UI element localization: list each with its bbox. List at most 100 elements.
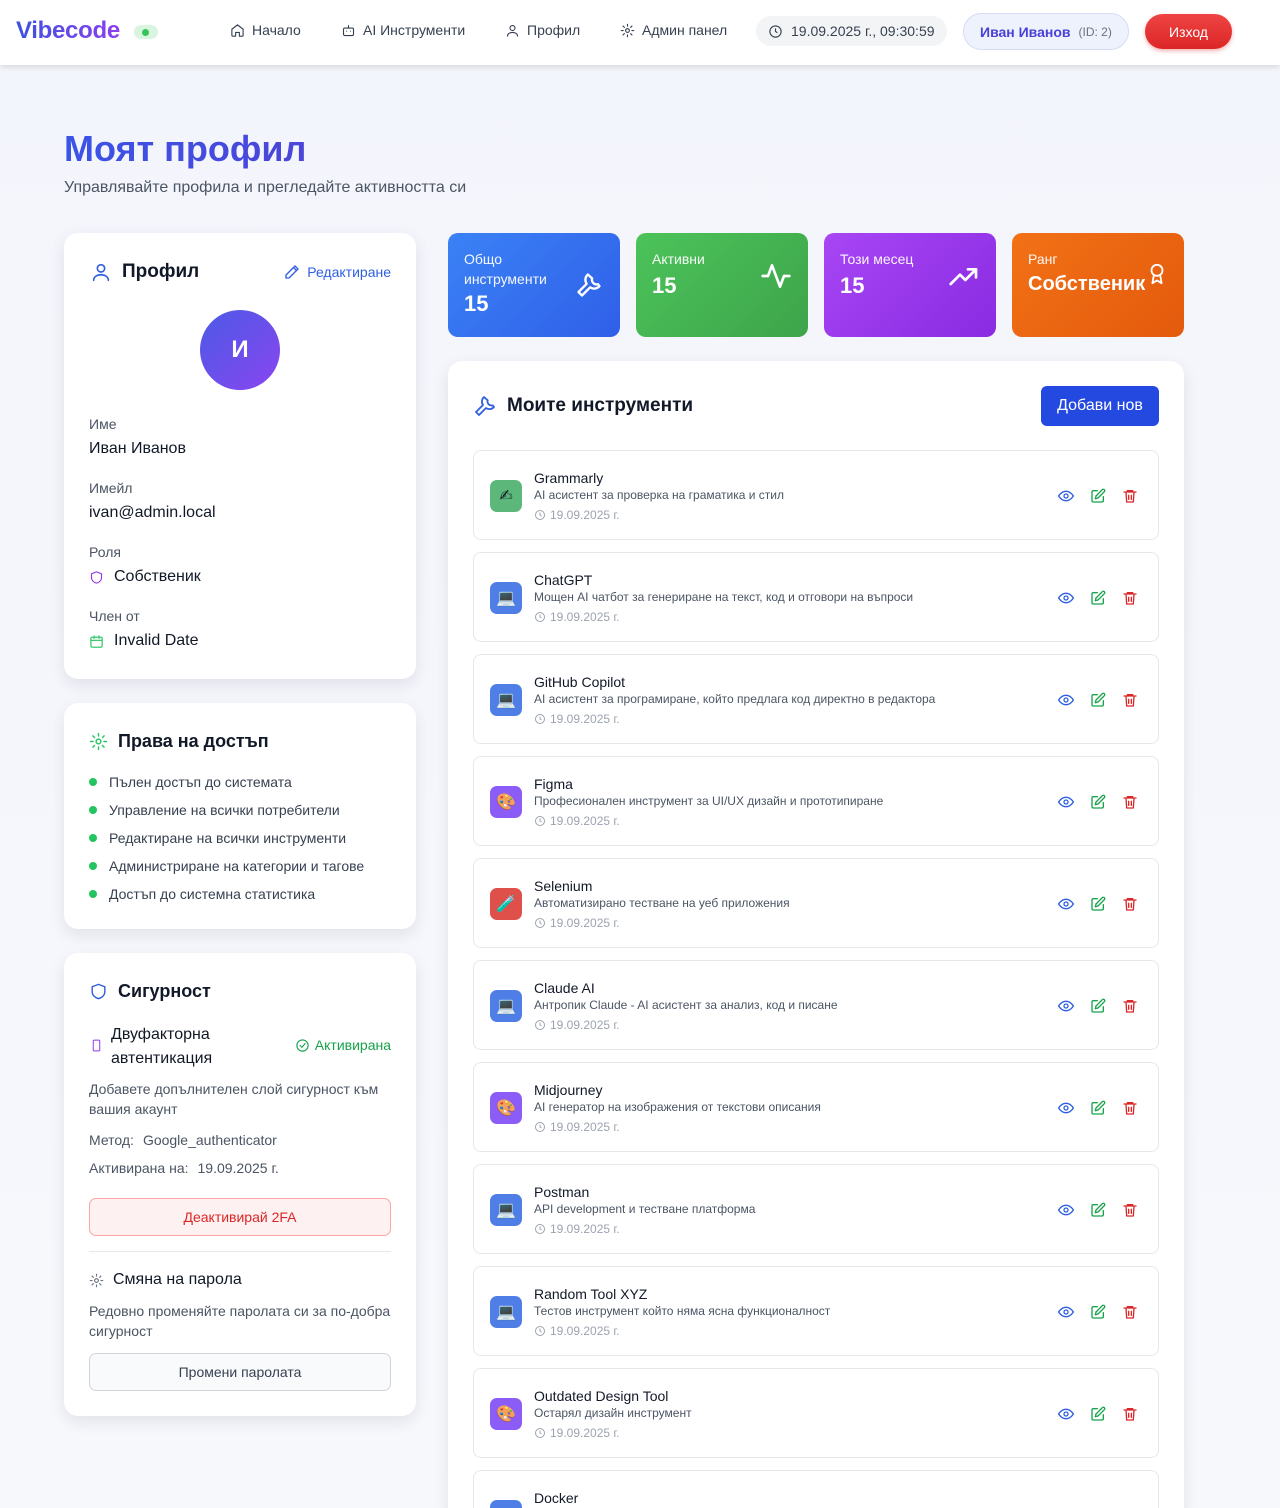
edit-profile-link[interactable]: Редактиране xyxy=(283,263,391,281)
permission-item: Редактиране на всички инструменти xyxy=(89,824,364,852)
nav-home-label: Начало xyxy=(252,22,301,38)
clock-icon xyxy=(535,1428,545,1438)
divider xyxy=(89,1251,391,1252)
permission-item: Достъп до системна статистика xyxy=(89,880,364,908)
trash-icon[interactable] xyxy=(1122,1100,1138,1116)
deactivate-2fa-button[interactable]: Деактивирай 2FA xyxy=(89,1198,391,1236)
tool-row[interactable]: 🎨 Outdated Design Tool Остарял дизайн инст… xyxy=(473,1368,1159,1458)
trash-icon[interactable] xyxy=(1122,488,1138,504)
tool-row[interactable]: 🎨 Figma Професионален инструмент за UI/UX … xyxy=(473,756,1159,846)
tool-description: Професионален инструмент за UI/UX дизайн… xyxy=(534,794,884,808)
member-since-text: Invalid Date xyxy=(114,632,199,649)
twofa-method: Метод: Google_authenticator xyxy=(89,1132,277,1148)
tool-description: AI генератор на изображения от текстови … xyxy=(534,1100,821,1114)
add-tool-button[interactable]: Добави нов xyxy=(1041,386,1159,426)
tool-description: Тестов инструмент който няма ясна функци… xyxy=(534,1304,831,1318)
profile-card-title: Профил xyxy=(90,261,199,283)
tool-description: Автоматизирано тестване на уеб приложени… xyxy=(534,896,790,910)
trash-icon[interactable] xyxy=(1122,896,1138,912)
edit-icon[interactable] xyxy=(1090,1304,1106,1320)
online-status-toggle[interactable] xyxy=(134,25,158,39)
user-icon xyxy=(506,24,519,37)
member-since-label: Член от xyxy=(89,608,140,624)
eye-icon[interactable] xyxy=(1058,1202,1074,1218)
eye-icon[interactable] xyxy=(1058,1304,1074,1320)
eye-icon[interactable] xyxy=(1058,794,1074,810)
eye-icon[interactable] xyxy=(1058,1406,1074,1422)
trash-icon[interactable] xyxy=(1122,794,1138,810)
edit-icon[interactable] xyxy=(1090,794,1106,810)
trash-icon[interactable] xyxy=(1122,590,1138,606)
clock-icon xyxy=(535,1020,545,1030)
robot-icon xyxy=(342,24,355,36)
edit-icon[interactable] xyxy=(1090,692,1106,708)
tool-date: 19.09.2025 г. xyxy=(534,508,620,522)
twofa-description: Добавете допълнителен слой сигурност към… xyxy=(89,1081,379,1117)
nav-ai-tools[interactable]: AI Инструменти xyxy=(341,22,465,38)
tool-row[interactable]: ✍ Grammarly AI асистент за проверка на гра… xyxy=(473,450,1159,540)
nav-home[interactable]: Начало xyxy=(230,22,301,38)
security-title-text: Сигурност xyxy=(118,981,211,1001)
tool-name: Random Tool XYZ xyxy=(534,1286,648,1302)
password-description: Редовно променяйте паролата си за по-доб… xyxy=(89,1303,391,1339)
brand-logo[interactable]: Vibecode xyxy=(16,17,120,45)
role-label: Роля xyxy=(89,544,121,560)
clock-icon xyxy=(535,714,545,724)
tool-row[interactable]: 💻 ChatGPT Мощен AI чатбот за генериране на… xyxy=(473,552,1159,642)
tools-card: Моите инструменти Добави нов ✍ Grammarly A… xyxy=(448,361,1184,1508)
trash-icon[interactable] xyxy=(1122,1202,1138,1218)
tool-date: 19.09.2025 г. xyxy=(534,1324,620,1338)
tool-row[interactable]: 💻 GitHub Copilot AI асистент за програмира… xyxy=(473,654,1159,744)
permission-item: Администриране на категории и тагове xyxy=(89,852,364,880)
tool-row[interactable]: 🎨 Midjourney AI генератор на изображения о… xyxy=(473,1062,1159,1152)
tool-row[interactable]: 💻 Postman API development и тестване платф… xyxy=(473,1164,1159,1254)
calendar-icon xyxy=(90,634,103,648)
edit-icon[interactable] xyxy=(1090,590,1106,606)
eye-icon[interactable] xyxy=(1058,896,1074,912)
wrench-icon xyxy=(475,396,495,416)
phone-icon xyxy=(92,1039,101,1052)
member-since-value: Invalid Date xyxy=(89,632,199,650)
tool-name: ChatGPT xyxy=(534,572,593,588)
twofa-status-text: Активирана xyxy=(314,1037,391,1053)
eye-icon[interactable] xyxy=(1058,488,1074,504)
eye-icon[interactable] xyxy=(1058,1100,1074,1116)
tool-date: 19.09.2025 г. xyxy=(534,712,620,726)
eye-icon[interactable] xyxy=(1058,998,1074,1014)
tool-row[interactable]: ⚙ Docker xyxy=(473,1470,1159,1508)
clock-icon xyxy=(535,1122,545,1132)
edit-icon[interactable] xyxy=(1090,1100,1106,1116)
edit-icon[interactable] xyxy=(1090,488,1106,504)
nav-admin-panel[interactable]: Админ панел xyxy=(620,22,727,38)
eye-icon[interactable] xyxy=(1058,692,1074,708)
nav-profile-label: Профил xyxy=(527,22,581,38)
nav-profile[interactable]: Профил xyxy=(505,22,580,38)
edit-icon[interactable] xyxy=(1090,1406,1106,1422)
stat-card-rank: Ранг Собственик xyxy=(1012,233,1184,337)
email-label: Имейл xyxy=(89,480,133,496)
avatar: И xyxy=(200,310,280,390)
logout-button[interactable]: Изход xyxy=(1145,14,1232,49)
user-badge[interactable]: Иван Иванов (ID: 2) xyxy=(963,13,1129,50)
name-label: Име xyxy=(89,416,117,432)
trash-icon[interactable] xyxy=(1122,998,1138,1014)
permissions-title: Права на достъп xyxy=(89,731,269,752)
edit-icon[interactable] xyxy=(1090,896,1106,912)
tool-row[interactable]: 💻 Random Tool XYZ Тестов инструмент който … xyxy=(473,1266,1159,1356)
change-password-button[interactable]: Промени паролата xyxy=(89,1353,391,1391)
trash-icon[interactable] xyxy=(1122,1304,1138,1320)
clock-icon xyxy=(769,24,782,38)
tool-icon: 🎨 xyxy=(490,1398,522,1430)
tool-icon: ✍ xyxy=(490,480,522,512)
edit-icon[interactable] xyxy=(1090,1202,1106,1218)
permissions-list: Пълен достъп до системата Управление на … xyxy=(89,768,364,908)
award-icon xyxy=(1150,263,1164,285)
trash-icon[interactable] xyxy=(1122,1406,1138,1422)
trash-icon[interactable] xyxy=(1122,692,1138,708)
edit-icon[interactable] xyxy=(1090,998,1106,1014)
tool-row[interactable]: 🧪 Selenium Автоматизирано тестване на уеб … xyxy=(473,858,1159,948)
eye-icon[interactable] xyxy=(1058,590,1074,606)
tool-date: 19.09.2025 г. xyxy=(534,814,620,828)
tool-row[interactable]: 💻 Claude AI Антропик Claude - AI асистент … xyxy=(473,960,1159,1050)
edit-icon xyxy=(285,265,299,279)
